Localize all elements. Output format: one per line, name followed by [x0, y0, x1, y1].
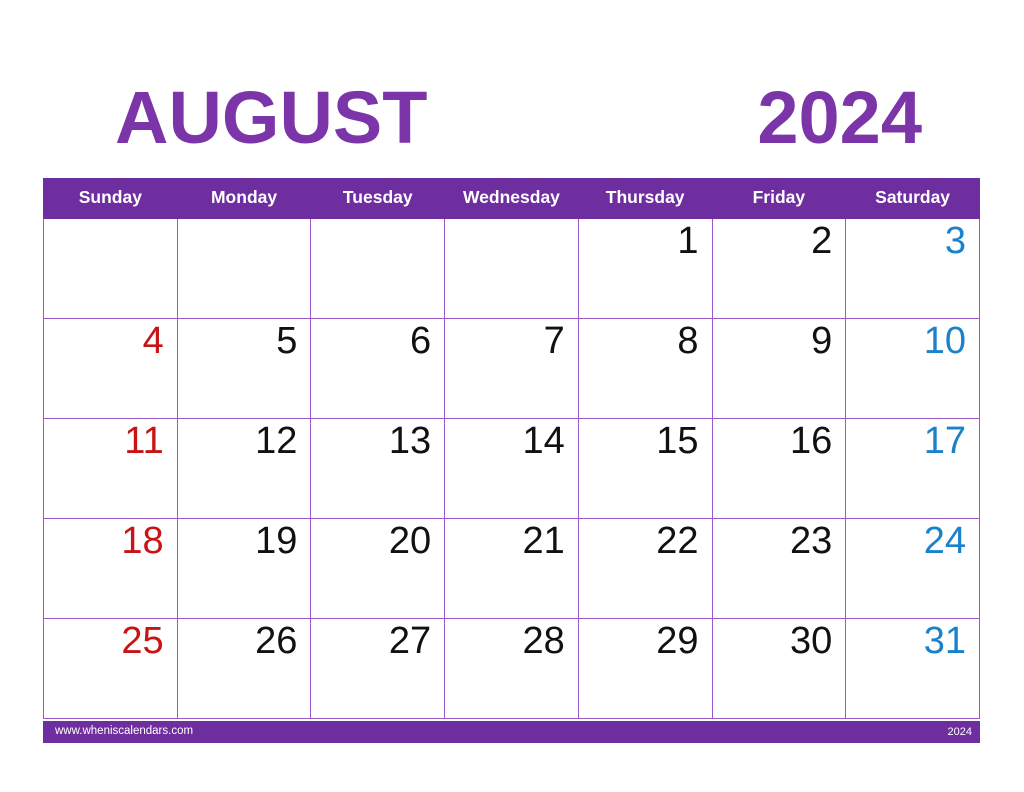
- calendar-day-cell[interactable]: 24: [845, 517, 980, 619]
- calendar-day-cell[interactable]: 30: [711, 617, 847, 719]
- calendar-day-cell[interactable]: 16: [711, 417, 847, 519]
- weekday-header-thursday: Thursday: [577, 178, 713, 219]
- calendar-day-cell-empty: [444, 217, 579, 319]
- day-number: 20: [388, 519, 432, 562]
- day-number: 26: [255, 619, 298, 662]
- day-number: 3: [944, 219, 966, 262]
- calendar-day-cell[interactable]: 12: [176, 417, 312, 519]
- day-number: 29: [656, 619, 699, 662]
- calendar-day-cell-empty: [176, 217, 312, 319]
- day-number: [445, 219, 578, 222]
- calendar-title-row: AUGUST 2024: [43, 72, 980, 164]
- day-number: 18: [121, 519, 164, 562]
- weekday-header-saturday: Saturday: [845, 178, 980, 219]
- day-number: 4: [142, 319, 164, 362]
- day-number: 12: [255, 419, 298, 462]
- calendar-header-row: Sunday Monday Tuesday Wednesday Thursday Frid…: [43, 178, 980, 219]
- calendar-page: AUGUST 2024 Sunday Monday Tuesday Wednesday…: [0, 0, 1024, 792]
- calendar-day-cell[interactable]: 25: [43, 617, 178, 719]
- calendar-day-cell[interactable]: 9: [711, 317, 847, 419]
- calendar-day-cell[interactable]: 1: [577, 217, 713, 319]
- day-number: 14: [522, 419, 565, 462]
- calendar-day-cell[interactable]: 5: [176, 317, 312, 419]
- day-number: [44, 219, 177, 222]
- day-number: 6: [409, 319, 432, 362]
- footer-year-label: 2024: [947, 725, 972, 738]
- calendar-day-cell[interactable]: 2: [711, 217, 847, 319]
- page-title-year: 2024: [757, 76, 922, 159]
- page-title-month: AUGUST: [115, 76, 428, 159]
- calendar-week-row: 18 19 20 21 22 23 24: [43, 517, 980, 619]
- calendar-day-cell[interactable]: 22: [577, 517, 713, 619]
- calendar-day-cell-empty: [43, 217, 178, 319]
- weekday-header-wednesday: Wednesday: [444, 178, 579, 219]
- calendar-day-cell[interactable]: 26: [176, 617, 312, 719]
- calendar-day-cell[interactable]: 10: [845, 317, 980, 419]
- day-number: 25: [121, 619, 164, 662]
- day-number: 8: [677, 319, 699, 362]
- calendar-day-cell[interactable]: 21: [444, 517, 579, 619]
- calendar-day-cell[interactable]: 29: [577, 617, 713, 719]
- day-number: 7: [543, 319, 565, 362]
- day-number: 22: [656, 519, 699, 562]
- day-number: 31: [923, 619, 966, 662]
- calendar-day-cell[interactable]: 6: [310, 317, 446, 419]
- calendar-week-row: 4 5 6 7 8 9 10: [43, 317, 980, 419]
- day-number: 21: [522, 519, 565, 562]
- calendar-week-row: 11 12 13 14 15 16 17: [43, 417, 980, 519]
- calendar-day-cell[interactable]: 28: [444, 617, 579, 719]
- weekday-header-row: Sunday Monday Tuesday Wednesday Thursday Frid…: [43, 178, 980, 219]
- calendar-day-cell[interactable]: 13: [310, 417, 446, 519]
- calendar-day-cell[interactable]: 14: [444, 417, 579, 519]
- calendar-day-cell[interactable]: 11: [43, 417, 178, 519]
- weekday-header-tuesday: Tuesday: [310, 178, 446, 219]
- calendar-day-cell[interactable]: 4: [43, 317, 178, 419]
- calendar-day-cell[interactable]: 31: [845, 617, 980, 719]
- calendar-week-row: 1 2 3: [43, 217, 980, 319]
- day-number: 16: [789, 419, 833, 462]
- day-number: 17: [923, 419, 966, 462]
- calendar-week-row: 25 26 27 28 29 30 31: [43, 617, 980, 719]
- day-number: 13: [388, 419, 432, 462]
- calendar-grid: Sunday Monday Tuesday Wednesday Thursday Frid…: [43, 178, 980, 719]
- calendar-day-cell-empty: [310, 217, 446, 319]
- day-number: 9: [811, 319, 833, 362]
- day-number: 5: [276, 319, 298, 362]
- day-number: 10: [923, 319, 966, 362]
- day-number: 15: [656, 419, 699, 462]
- calendar-day-cell[interactable]: 17: [845, 417, 980, 519]
- calendar-day-cell[interactable]: 8: [577, 317, 713, 419]
- day-number: [311, 219, 444, 222]
- calendar-day-cell[interactable]: 7: [444, 317, 579, 419]
- day-number: 23: [789, 519, 833, 562]
- day-number: 1: [677, 219, 699, 262]
- day-number: 27: [388, 619, 432, 662]
- calendar-day-cell[interactable]: 20: [310, 517, 446, 619]
- day-number: 28: [522, 619, 565, 662]
- day-number: 24: [923, 519, 966, 562]
- weekday-header-monday: Monday: [176, 178, 312, 219]
- calendar-day-cell[interactable]: 15: [577, 417, 713, 519]
- day-number: 19: [255, 519, 298, 562]
- calendar-day-cell[interactable]: 18: [43, 517, 178, 619]
- day-number: 11: [124, 419, 164, 462]
- calendar-day-cell[interactable]: 19: [176, 517, 312, 619]
- calendar-day-cell[interactable]: 23: [711, 517, 847, 619]
- day-number: [178, 219, 311, 222]
- calendar-day-cell[interactable]: 3: [845, 217, 980, 319]
- calendar-day-cell[interactable]: 27: [310, 617, 446, 719]
- weekday-header-friday: Friday: [711, 178, 847, 219]
- day-number: 2: [811, 219, 833, 262]
- footer-website-url[interactable]: www.wheniscalendars.com: [55, 726, 193, 738]
- day-number: 30: [789, 619, 833, 662]
- weekday-header-sunday: Sunday: [43, 178, 178, 219]
- calendar-footer: www.wheniscalendars.com 2024: [43, 721, 980, 743]
- calendar-body: 1 2 3 4 5 6 7 8 9 10 11 12 13 14 15 16 17 18 19 20 21 22 23 24 2…: [43, 217, 980, 719]
